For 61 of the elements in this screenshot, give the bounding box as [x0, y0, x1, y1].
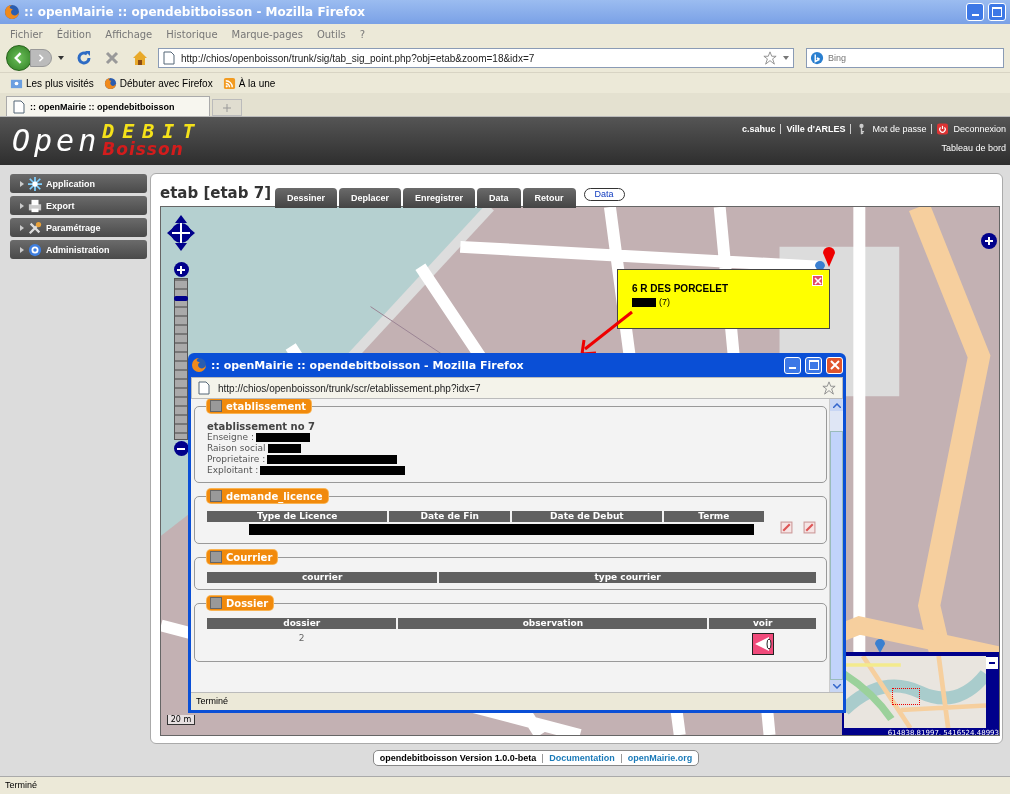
page-title: etab [etab 7]	[160, 184, 271, 202]
user-name: c.sahuc	[741, 124, 776, 134]
menu-item[interactable]: Historique	[166, 28, 218, 40]
printer-icon	[28, 198, 42, 213]
menu-item[interactable]: Outils	[316, 28, 346, 40]
arrow-right-icon	[37, 54, 45, 62]
stop-icon[interactable]	[104, 50, 120, 66]
action-tab[interactable]: Enregistrer	[403, 188, 476, 208]
menu-item[interactable]: Affichage	[105, 28, 153, 40]
triangle-icon	[20, 246, 24, 253]
window-title: :: openMairie :: opendebitboisson - Mozilla Firefox	[24, 5, 365, 19]
star-icon[interactable]	[763, 51, 777, 65]
menu-item[interactable]: Fichier	[10, 28, 43, 40]
search-engine-icon[interactable]	[810, 51, 824, 65]
reload-icon[interactable]	[76, 50, 92, 66]
action-tab[interactable]: Dessiner	[275, 188, 338, 208]
sidebar-item[interactable]: Paramétrage	[10, 218, 147, 237]
star-icon	[28, 176, 42, 191]
header-link[interactable]: Mot de passe	[872, 124, 927, 134]
footer-link[interactable]: openMairie.org	[627, 753, 693, 763]
footer-link[interactable]: Documentation	[549, 753, 615, 763]
plus-icon	[223, 104, 231, 112]
data-link[interactable]: Data	[583, 188, 625, 201]
menu-item[interactable]: Édition	[56, 28, 92, 40]
search-input[interactable]: Bing	[828, 53, 1000, 63]
dashboard-link[interactable]: Tableau de bord	[941, 143, 1006, 153]
city-name: Ville d'ARLES	[786, 124, 846, 134]
page-icon	[163, 51, 175, 65]
header-link[interactable]: Deconnexion	[953, 124, 1006, 134]
address-field[interactable]: http://chios/openboisson/trunk/sig/tab_sig_point.php?obj=etab&zoom=18&idx=7	[158, 48, 794, 68]
circle-icon	[28, 242, 42, 257]
minimize-button[interactable]	[966, 3, 984, 21]
page-icon	[13, 99, 25, 114]
caret-icon[interactable]	[783, 56, 789, 60]
search-field[interactable]: Bing	[806, 48, 1004, 68]
bookmark-link[interactable]: Les plus visités	[10, 76, 94, 90]
caret-icon[interactable]	[58, 56, 64, 60]
firefox-icon	[103, 76, 117, 90]
menu-item[interactable]: Marque-pages	[231, 28, 303, 40]
bookmark-link[interactable]: À la une	[222, 76, 276, 90]
power-icon	[937, 123, 949, 135]
version-text: opendebitboisson Version 1.0.0-beta	[379, 753, 537, 763]
action-tab[interactable]: Deplacer	[339, 188, 402, 208]
triangle-icon	[20, 202, 24, 209]
triangle-icon	[20, 180, 24, 187]
firefox-icon	[4, 4, 20, 20]
action-tab[interactable]: Data	[477, 188, 521, 208]
feed-icon	[222, 76, 236, 90]
forward-button[interactable]	[30, 49, 52, 67]
back-button[interactable]	[6, 45, 32, 71]
sidebar-item[interactable]: Administration	[10, 240, 147, 259]
sidebar-item[interactable]: Application	[10, 174, 147, 193]
sidebar-item[interactable]: Export	[10, 196, 147, 215]
bookmark-link[interactable]: Débuter avec Firefox	[103, 76, 213, 90]
home-icon[interactable]	[132, 50, 148, 66]
triangle-icon	[20, 224, 24, 231]
menu-item[interactable]: ?	[359, 28, 366, 40]
restore-button[interactable]	[988, 3, 1006, 21]
browser-tab[interactable]: :: openMairie :: opendebitboisson	[6, 96, 210, 116]
tools-icon	[28, 220, 42, 235]
action-tab[interactable]: Retour	[522, 188, 576, 208]
